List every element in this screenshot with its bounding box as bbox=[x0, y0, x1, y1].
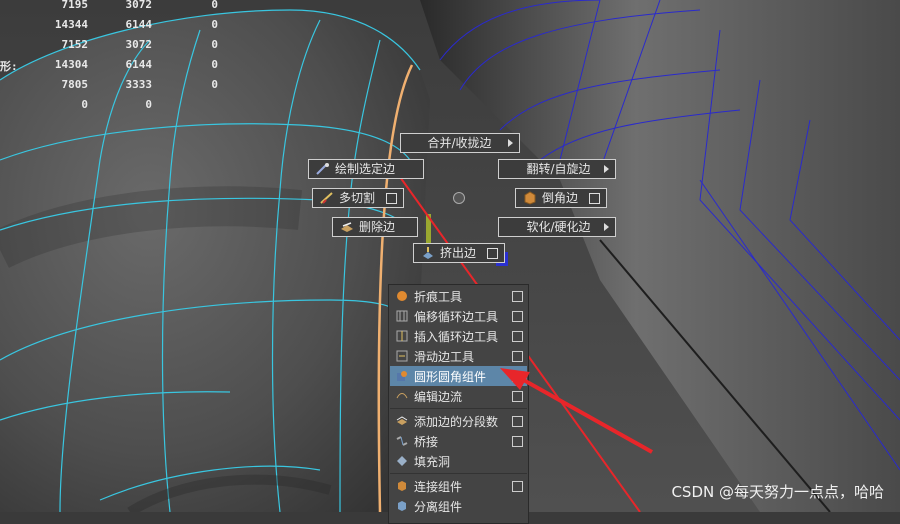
annotation-arrow bbox=[500, 368, 653, 454]
csdn-watermark: CSDN @每天努力一点点，哈哈 bbox=[671, 483, 884, 501]
